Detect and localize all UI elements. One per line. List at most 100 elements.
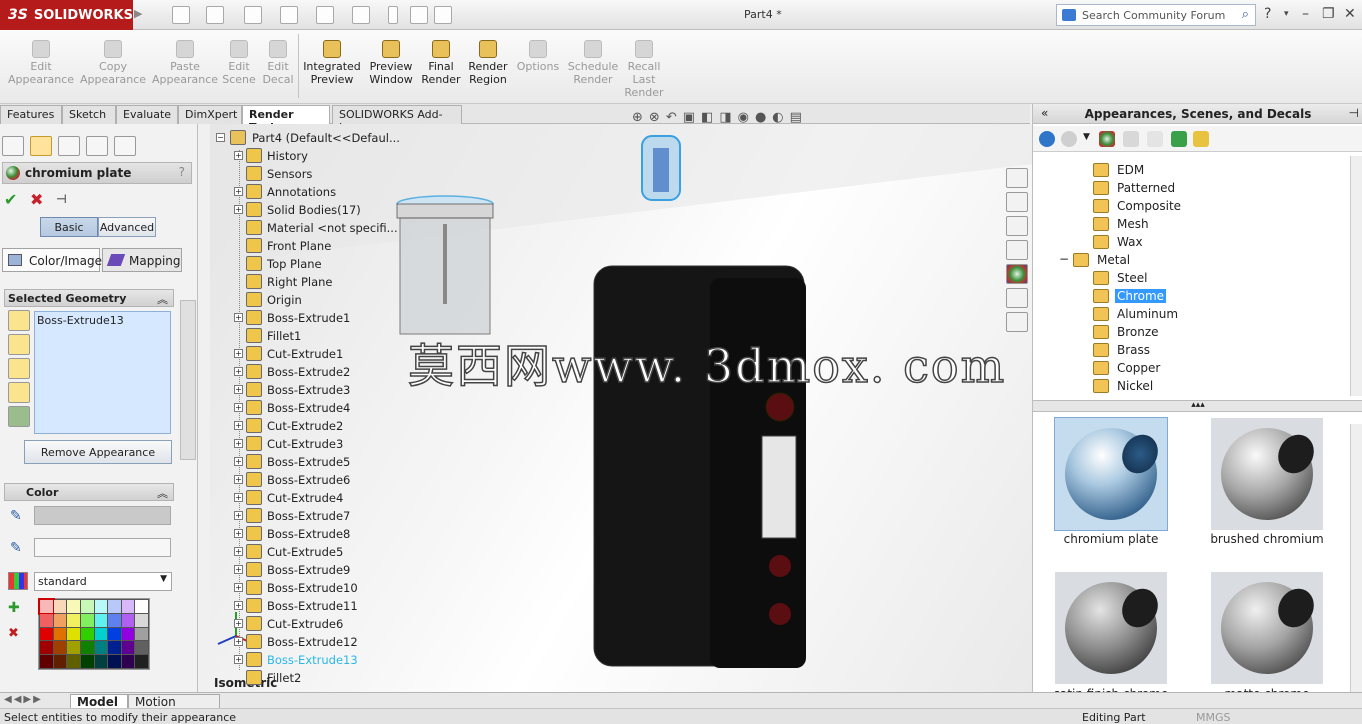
tab-dimxpert[interactable]: DimXpert bbox=[178, 105, 242, 124]
appearances-scenes-icon[interactable] bbox=[1006, 264, 1028, 284]
schedule-render-button[interactable]: Schedule Render bbox=[566, 40, 620, 86]
print-icon[interactable] bbox=[280, 6, 298, 24]
palette-color-cell[interactable] bbox=[80, 655, 94, 668]
custom-properties-icon[interactable] bbox=[1006, 288, 1028, 308]
expand-icon[interactable]: + bbox=[234, 583, 243, 592]
dimxpertmanager-tab-icon[interactable] bbox=[86, 136, 108, 156]
open-folder-icon[interactable] bbox=[1147, 131, 1163, 147]
select-cursor-icon[interactable] bbox=[352, 6, 370, 24]
add-color-icon[interactable]: ✚ bbox=[8, 600, 20, 616]
cancel-x-icon[interactable]: ✖ bbox=[30, 190, 43, 209]
tree-node[interactable]: + Boss-Extrude6 bbox=[234, 472, 430, 490]
library-folder[interactable]: EDM bbox=[1093, 162, 1293, 180]
palette-color-cell[interactable] bbox=[121, 627, 135, 641]
file-explorer-icon[interactable] bbox=[1006, 216, 1028, 236]
featuremanager-tab-icon[interactable] bbox=[2, 136, 24, 156]
render-region-button[interactable]: Render Region bbox=[466, 40, 510, 86]
expand-icon[interactable]: + bbox=[234, 313, 243, 322]
palette-color-cell[interactable] bbox=[67, 627, 80, 641]
secondary-color-field[interactable] bbox=[34, 538, 171, 557]
library-folder[interactable]: Mesh bbox=[1093, 216, 1293, 234]
tree-node[interactable]: + Cut-Extrude5 bbox=[234, 544, 430, 562]
library-folder[interactable]: Chrome bbox=[1093, 288, 1293, 306]
tab-color-image[interactable]: Color/Image bbox=[2, 248, 102, 272]
color-palette-grid[interactable] bbox=[38, 598, 150, 670]
forward-icon[interactable] bbox=[1061, 131, 1077, 147]
color-header[interactable]: Color ︽ bbox=[4, 483, 174, 501]
palette-color-cell[interactable] bbox=[67, 600, 80, 613]
tree-node[interactable]: + Boss-Extrude11 bbox=[234, 598, 430, 616]
collapse-pane-icon[interactable]: « bbox=[1041, 106, 1048, 120]
library-folder[interactable]: Bronze bbox=[1093, 324, 1293, 342]
open-document-icon[interactable] bbox=[206, 6, 224, 24]
palette-color-cell[interactable] bbox=[94, 613, 108, 627]
swatch-satin-finish-chrome[interactable] bbox=[1055, 572, 1167, 684]
palette-color-cell[interactable] bbox=[108, 655, 121, 668]
tree-node[interactable]: + Boss-Extrude5 bbox=[234, 454, 430, 472]
expand-icon[interactable]: + bbox=[234, 619, 243, 628]
tab-model[interactable]: Model bbox=[70, 694, 128, 709]
tree-node[interactable]: + Boss-Extrude2 bbox=[234, 364, 430, 382]
palette-color-cell[interactable] bbox=[108, 627, 121, 641]
file-properties-icon[interactable] bbox=[410, 6, 428, 24]
palette-color-cell[interactable] bbox=[67, 641, 80, 655]
palette-color-cell[interactable] bbox=[94, 627, 108, 641]
tree-node[interactable]: + Boss-Extrude12 bbox=[234, 634, 430, 652]
tree-node[interactable]: Top Plane bbox=[234, 256, 430, 274]
copy-appearance-button[interactable]: Copy Appearance bbox=[80, 40, 146, 86]
palette-color-cell[interactable] bbox=[53, 613, 67, 627]
expand-icon[interactable]: + bbox=[234, 601, 243, 610]
remove-appearance-button[interactable]: Remove Appearance bbox=[24, 440, 172, 464]
eyedropper-icon[interactable]: ✎ bbox=[10, 540, 22, 556]
tab-motion-study-1[interactable]: Motion Study 1 bbox=[128, 694, 220, 723]
undo-icon[interactable] bbox=[316, 6, 334, 24]
palette-color-cell[interactable] bbox=[121, 600, 135, 613]
zoom-to-area-icon[interactable]: ⊗ bbox=[649, 110, 666, 125]
palette-color-cell[interactable] bbox=[121, 641, 135, 655]
color-palette-icon[interactable] bbox=[8, 572, 28, 590]
tree-node[interactable]: + Cut-Extrude2 bbox=[234, 418, 430, 436]
expand-icon[interactable]: + bbox=[234, 187, 243, 196]
paste-appearance-button[interactable]: Paste Appearance bbox=[152, 40, 218, 86]
tree-node[interactable]: Fillet2 bbox=[234, 670, 430, 688]
back-icon[interactable] bbox=[1039, 131, 1055, 147]
library-folder[interactable]: Composite bbox=[1093, 198, 1293, 216]
help-icon[interactable]: ? bbox=[1264, 6, 1271, 22]
left-panel-scrollbar[interactable] bbox=[180, 300, 196, 460]
tree-node[interactable]: + Cut-Extrude4 bbox=[234, 490, 430, 508]
solidworks-logo[interactable]: 3S SOLIDWORKS bbox=[0, 0, 133, 30]
palette-color-cell[interactable] bbox=[135, 613, 148, 627]
tab-render-tools[interactable]: Render Tools bbox=[242, 105, 330, 134]
library-folder[interactable]: Wax bbox=[1093, 234, 1293, 252]
expand-icon[interactable]: + bbox=[234, 151, 243, 160]
tree-node[interactable]: + Boss-Extrude13 bbox=[234, 652, 430, 670]
appearances-icon[interactable] bbox=[1099, 131, 1115, 147]
tab-mapping[interactable]: Mapping bbox=[102, 248, 182, 272]
palette-color-cell[interactable] bbox=[80, 600, 94, 613]
library-folder[interactable]: Aluminum bbox=[1093, 306, 1293, 324]
tree-node[interactable]: + Cut-Extrude3 bbox=[234, 436, 430, 454]
palette-color-cell[interactable] bbox=[40, 613, 53, 627]
swatch-brushed-chromium[interactable] bbox=[1211, 418, 1323, 530]
tab-evaluate[interactable]: Evaluate bbox=[116, 105, 178, 124]
select-part-icon[interactable] bbox=[8, 310, 30, 331]
library-tree-scrollbar[interactable] bbox=[1350, 156, 1362, 396]
rebuild-icon[interactable] bbox=[388, 6, 398, 24]
refresh-icon[interactable] bbox=[1171, 131, 1187, 147]
palette-color-cell[interactable] bbox=[53, 641, 67, 655]
zoom-to-fit-icon[interactable]: ⊕ bbox=[632, 110, 649, 125]
tree-node[interactable]: Material <not specifi... bbox=[234, 220, 430, 238]
add-folder-icon[interactable] bbox=[1123, 131, 1139, 147]
palette-color-cell[interactable] bbox=[108, 641, 121, 655]
pane-splitter[interactable]: ▴▴▴ bbox=[1033, 400, 1362, 412]
filter-icon[interactable] bbox=[8, 406, 30, 427]
collapse-chevron-icon[interactable]: ︽ bbox=[157, 485, 168, 501]
final-render-button[interactable]: Final Render bbox=[420, 40, 462, 86]
tree-node[interactable]: + Annotations bbox=[234, 184, 430, 202]
palette-color-cell[interactable] bbox=[108, 613, 121, 627]
tree-node[interactable]: + Solid Bodies(17) bbox=[234, 202, 430, 220]
tree-node[interactable]: Right Plane bbox=[234, 274, 430, 292]
restore-icon[interactable]: ❐ bbox=[1322, 6, 1335, 22]
swatch-chromium-plate[interactable] bbox=[1054, 417, 1168, 531]
options-button[interactable]: Options bbox=[514, 40, 562, 73]
